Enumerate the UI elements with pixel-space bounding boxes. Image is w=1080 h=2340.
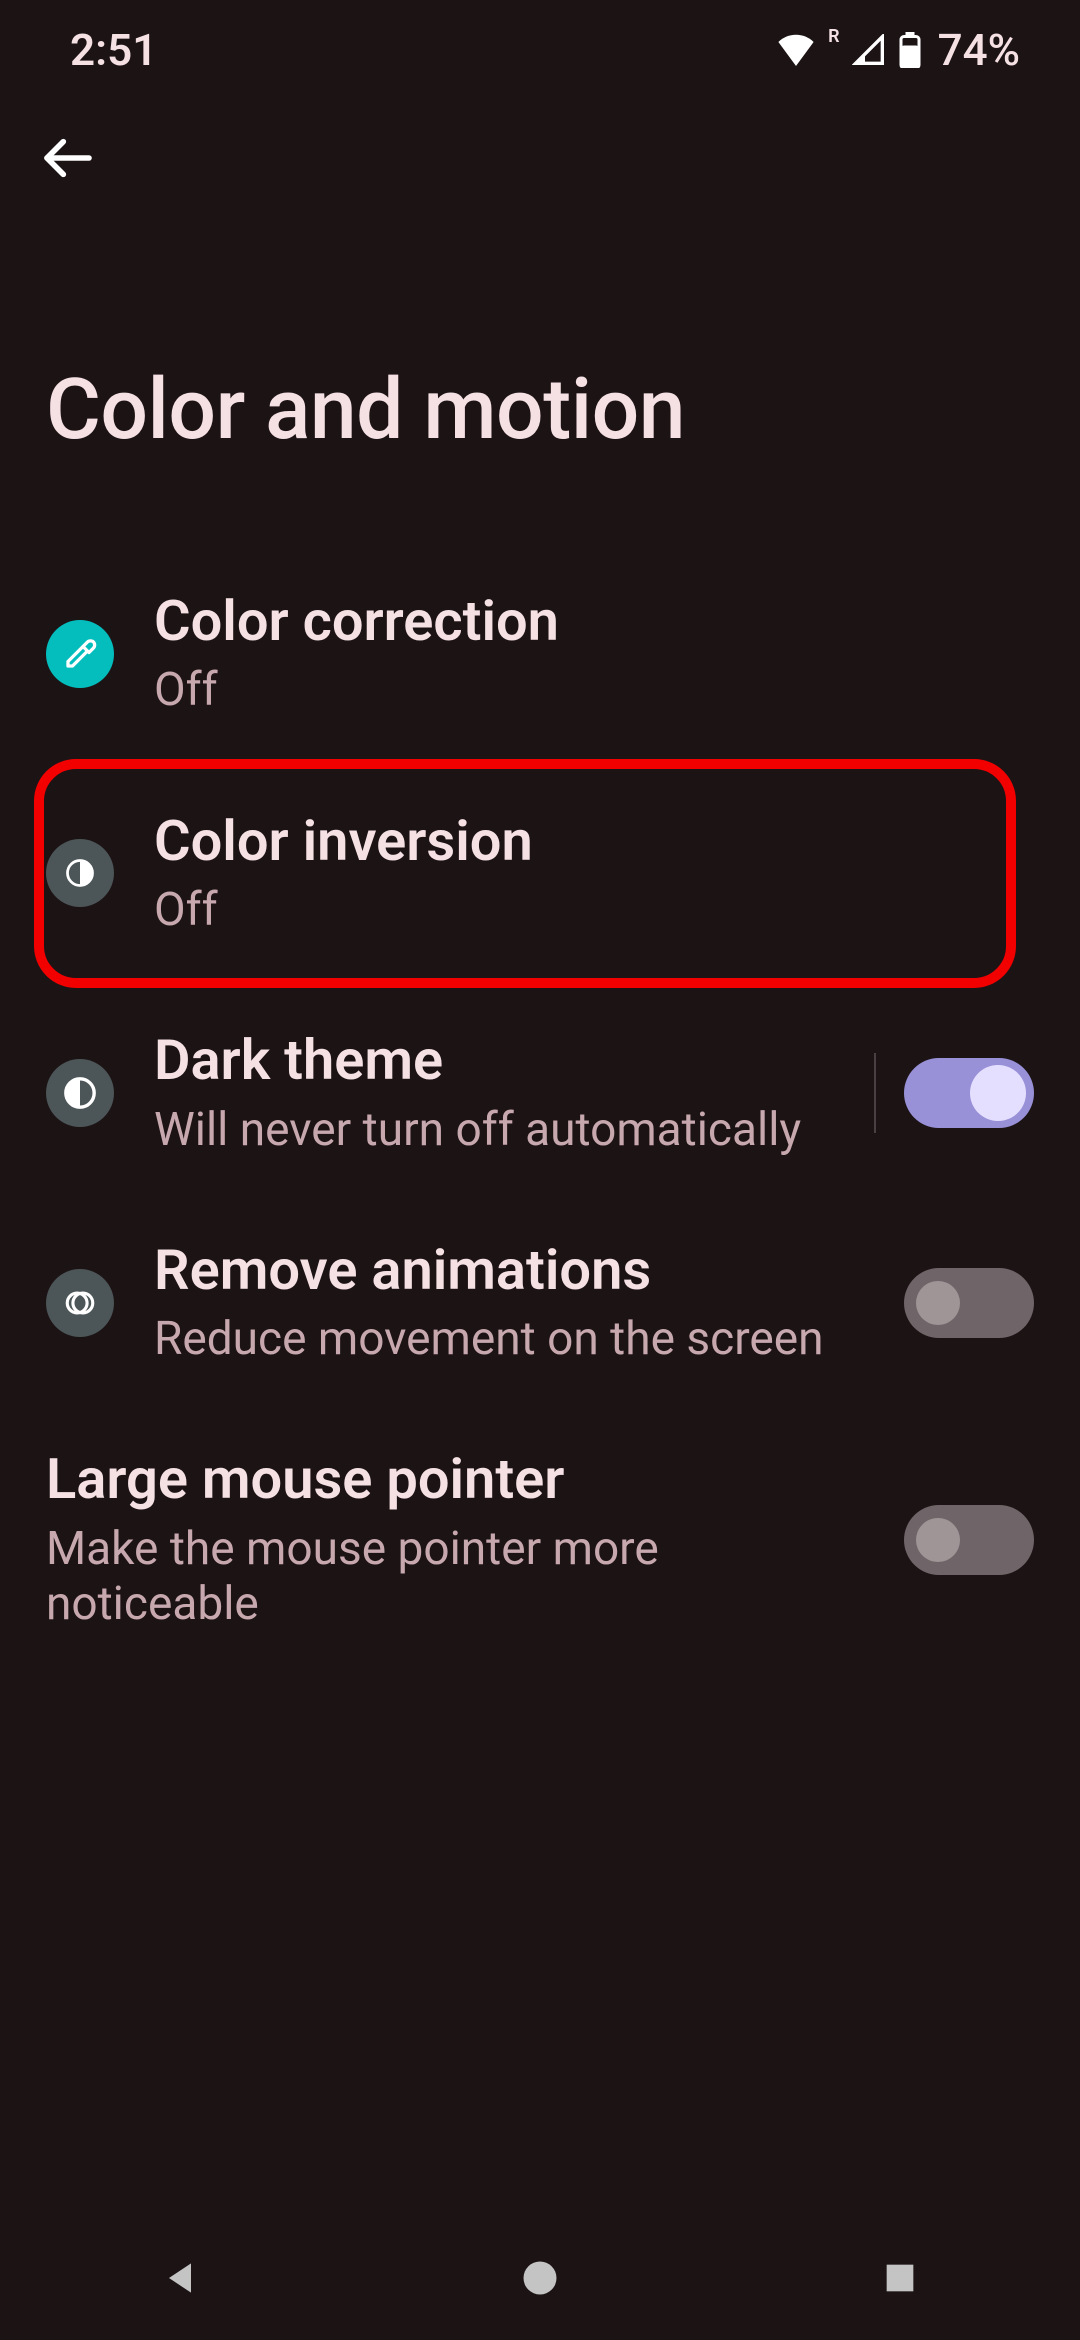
setting-trailing <box>874 1053 1034 1133</box>
settings-list: Color correction Off Color inversion Off <box>0 549 1080 1672</box>
page-title: Color and motion <box>0 220 1080 549</box>
status-right: R 74% <box>776 24 1020 76</box>
nav-back-button[interactable] <box>120 2220 240 2340</box>
setting-trailing <box>904 1505 1034 1575</box>
setting-remove-animations[interactable]: Remove animations Reduce movement on the… <box>0 1198 1080 1408</box>
nav-recent-button[interactable] <box>840 2220 960 2340</box>
setting-subtitle: Off <box>154 883 1034 938</box>
status-time: 2:51 <box>70 24 157 76</box>
setting-large-mouse-pointer[interactable]: Large mouse pointer Make the mouse point… <box>0 1407 1080 1672</box>
nav-recent-icon <box>880 2258 920 2302</box>
remove-animations-switch[interactable] <box>904 1268 1034 1338</box>
roaming-label: R <box>828 26 839 47</box>
eyedropper-icon <box>46 620 114 688</box>
status-bar: 2:51 R 74% <box>0 0 1080 100</box>
app-bar <box>0 100 1080 220</box>
setting-title: Dark theme <box>154 1028 834 1092</box>
setting-dark-theme[interactable]: Dark theme Will never turn off automatic… <box>0 988 1080 1198</box>
setting-subtitle: Reduce movement on the screen <box>154 1312 864 1367</box>
back-button[interactable] <box>28 120 108 200</box>
setting-title: Color inversion <box>154 809 1034 873</box>
nav-home-icon <box>518 2256 562 2304</box>
large-mouse-pointer-switch[interactable] <box>904 1505 1034 1575</box>
setting-color-inversion[interactable]: Color inversion Off <box>0 759 1080 989</box>
setting-title: Remove animations <box>154 1238 864 1302</box>
setting-title: Color correction <box>154 589 1034 653</box>
vertical-divider <box>874 1053 876 1133</box>
setting-subtitle: Will never turn off automatically <box>154 1103 834 1158</box>
setting-trailing <box>904 1268 1034 1338</box>
dark-theme-icon <box>46 1059 114 1127</box>
nav-back-icon <box>158 2256 202 2304</box>
animations-icon <box>46 1269 114 1337</box>
navigation-bar <box>0 2220 1080 2340</box>
setting-title: Large mouse pointer <box>46 1447 864 1511</box>
setting-subtitle: Make the mouse pointer more noticeable <box>46 1522 864 1632</box>
battery-icon <box>898 32 922 68</box>
contrast-icon <box>46 839 114 907</box>
arrow-back-icon <box>40 130 96 190</box>
setting-color-correction[interactable]: Color correction Off <box>0 549 1080 759</box>
nav-home-button[interactable] <box>480 2220 600 2340</box>
battery-percent: 74% <box>938 24 1020 76</box>
setting-subtitle: Off <box>154 663 1034 718</box>
signal-icon <box>852 34 886 66</box>
dark-theme-switch[interactable] <box>904 1058 1034 1128</box>
wifi-icon <box>776 34 816 66</box>
